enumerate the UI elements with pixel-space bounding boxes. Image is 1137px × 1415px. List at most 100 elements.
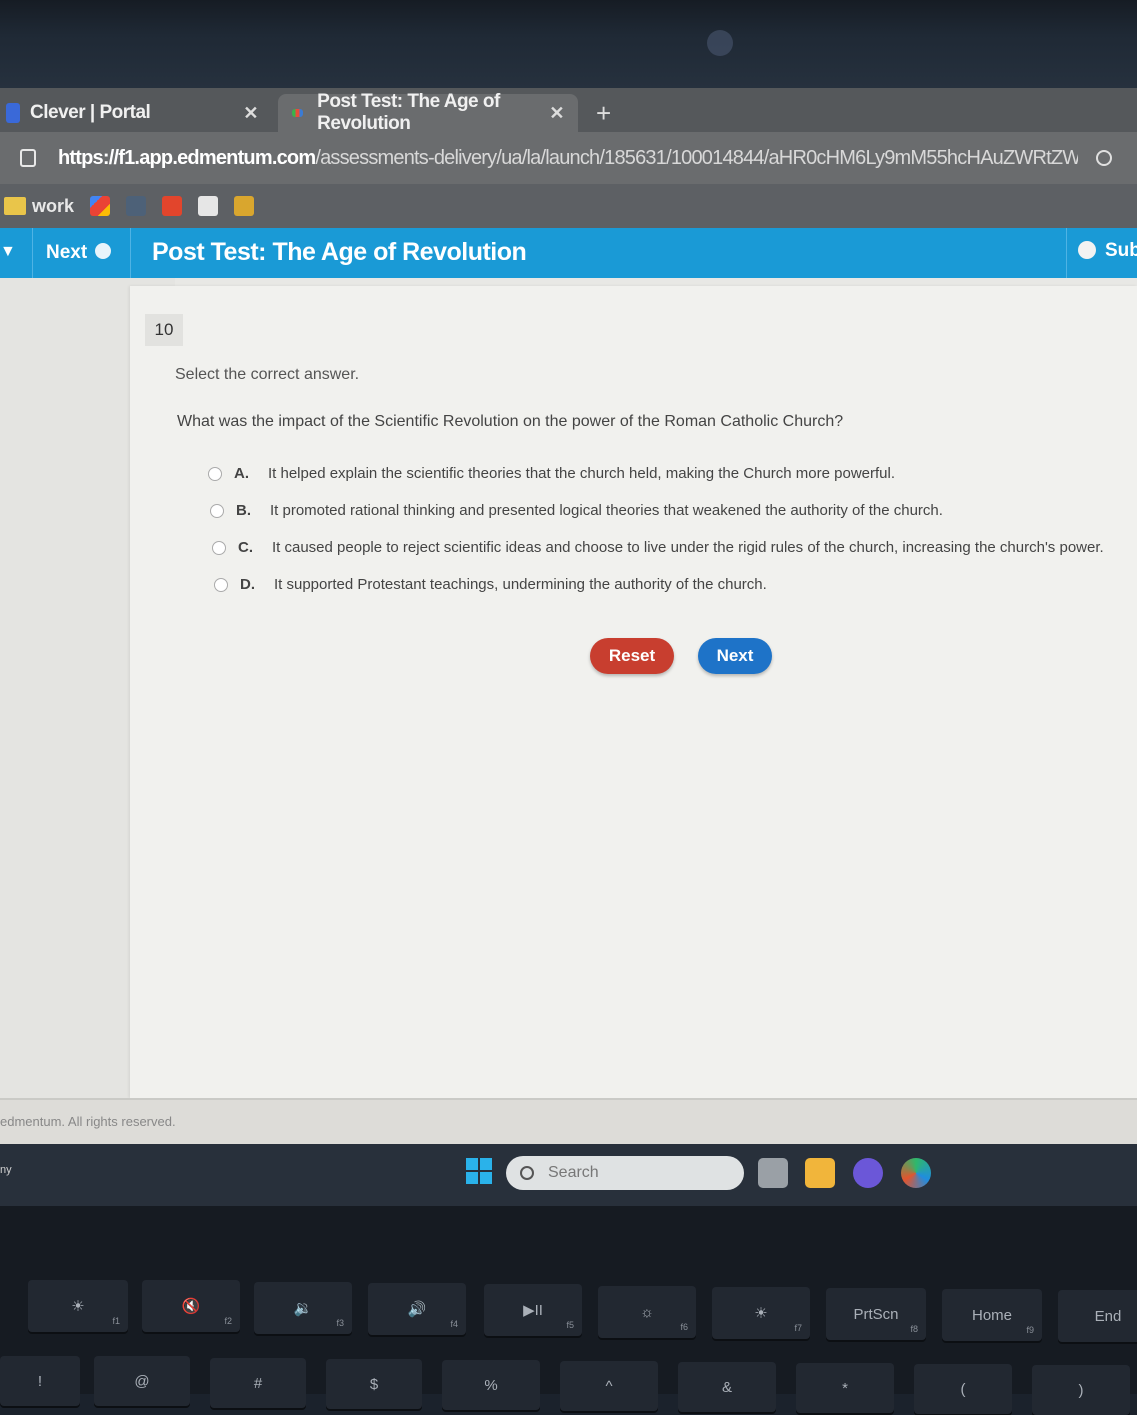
test-header: ▼ Next Post Test: The Age of Revolution … [0, 228, 1137, 278]
edge-browser-icon[interactable] [901, 1158, 931, 1188]
key-fn-label: f5 [566, 1320, 574, 1330]
option-letter: A. [234, 465, 249, 482]
bookmark-2[interactable] [126, 196, 147, 216]
taskbar-search[interactable]: Search [506, 1156, 744, 1190]
answer-option-d[interactable]: D. It supported Protestant teachings, un… [214, 576, 767, 593]
key-f2[interactable]: 🔇 f2 [142, 1280, 240, 1332]
app-icon [162, 196, 183, 216]
option-letter: C. [238, 539, 253, 556]
option-text: It caused people to reject scientific id… [272, 539, 1104, 556]
key-fn-label: f3 [336, 1318, 344, 1328]
key-label: 🔊 [407, 1301, 427, 1318]
keyboard: ☀ f1 🔇 f2 🔉 f3 🔊 f4 ▶II f5 ☼ f6 ☀ f7 PrtScn f8 H… [0, 1206, 1137, 1415]
key-7[interactable]: & [678, 1362, 776, 1412]
key-f9[interactable]: Home f9 [942, 1289, 1042, 1341]
webcam [707, 30, 733, 56]
key-1[interactable]: ! [0, 1356, 80, 1406]
tab-label: Clever | Portal [30, 102, 151, 123]
tab-post-test[interactable]: Post Test: The Age of Revolution ✕ [278, 91, 578, 134]
answer-option-c[interactable]: C. It caused people to reject scientific… [212, 539, 1104, 556]
lock-icon[interactable] [20, 149, 36, 167]
url-field[interactable]: https://f1.app.edmentum.com/assessments-… [58, 147, 1078, 170]
close-tab-icon[interactable]: ✕ [549, 103, 564, 124]
screen: Clever | Portal ✕ Post Test: The Age of … [0, 88, 1137, 1206]
copyright-text: edmentum. All rights reserved. [0, 1114, 176, 1129]
windows-start-icon[interactable] [466, 1158, 492, 1184]
tab-clever-portal[interactable]: Clever | Portal ✕ [0, 94, 272, 132]
answer-option-a[interactable]: A. It helped explain the scientific theo… [208, 465, 895, 482]
url-path: /assessments-delivery/ua/la/launch/18563… [315, 146, 1078, 169]
tab-bar: Clever | Portal ✕ Post Test: The Age of … [0, 88, 1137, 134]
key-fn-label: f4 [450, 1319, 458, 1329]
option-text: It helped explain the scientific theorie… [268, 465, 896, 482]
bookmark-icon [126, 196, 147, 216]
key-5[interactable]: % [442, 1360, 540, 1410]
key-3[interactable]: # [210, 1358, 306, 1408]
key-fn-label: f6 [680, 1322, 688, 1332]
folder-icon [4, 197, 26, 215]
header-next-button[interactable]: Next [46, 242, 87, 264]
submit-button[interactable]: Submit [1105, 240, 1137, 262]
radio-button[interactable] [214, 577, 228, 592]
key-f1[interactable]: ☀ f1 [28, 1280, 128, 1332]
next-arrow-icon[interactable] [95, 243, 111, 259]
key-f6[interactable]: ☼ f6 [598, 1286, 696, 1338]
bookmark-5[interactable] [234, 196, 255, 216]
bookmark-work[interactable]: work [4, 196, 74, 217]
next-button[interactable]: Next [698, 638, 772, 674]
copilot-icon[interactable] [853, 1158, 883, 1188]
key-label: Home [971, 1306, 1012, 1324]
option-letter: B. [236, 502, 251, 519]
key-f8[interactable]: PrtScn f8 [826, 1288, 926, 1340]
radio-button[interactable] [210, 503, 224, 518]
bookmark-4[interactable] [198, 196, 219, 216]
new-tab-button[interactable]: + [596, 98, 611, 129]
reset-button[interactable]: Reset [590, 638, 674, 674]
key-label: ☀ [71, 1298, 85, 1315]
instruction-text: Select the correct answer. [175, 366, 360, 383]
key-f3[interactable]: 🔉 f3 [254, 1282, 352, 1334]
bookmark-3[interactable] [162, 196, 183, 216]
url-host: https://f1.app.edmentum.com [58, 146, 316, 169]
key-label: ☀ [754, 1305, 768, 1322]
task-view-icon[interactable] [758, 1158, 788, 1188]
gmail-icon [90, 196, 111, 216]
chevron-down-icon[interactable]: ▼ [0, 243, 16, 261]
key-label: ☼ [640, 1303, 654, 1321]
key-4[interactable]: $ [326, 1359, 422, 1409]
key-fn-label: f2 [224, 1316, 232, 1326]
search-icon [520, 1166, 534, 1180]
key-9[interactable]: ( [914, 1364, 1012, 1414]
question-card [130, 286, 1137, 1098]
key-label: ▶II [523, 1302, 543, 1319]
bookmark-gmail[interactable] [90, 196, 111, 216]
page-title: Post Test: The Age of Revolution [152, 238, 527, 266]
weather-widget[interactable]: ny [0, 1164, 12, 1176]
key-fn-label: f7 [794, 1323, 802, 1333]
check-icon[interactable] [1078, 241, 1096, 259]
zoom-icon[interactable] [1096, 150, 1112, 166]
key-0[interactable]: ) [1032, 1365, 1130, 1415]
radio-button[interactable] [212, 540, 226, 555]
key-fn-label: f9 [1026, 1325, 1034, 1335]
key-fn-label: f8 [910, 1324, 918, 1334]
key-8[interactable]: * [796, 1363, 894, 1413]
key-label: 🔇 [181, 1298, 201, 1315]
radio-button[interactable] [208, 466, 222, 481]
search-placeholder: Search [548, 1164, 599, 1181]
option-letter: D. [240, 576, 255, 593]
answer-option-b[interactable]: B. It promoted rational thinking and pre… [210, 502, 943, 519]
key-f7[interactable]: ☀ f7 [712, 1287, 810, 1339]
question-prompt: What was the impact of the Scientific Re… [177, 413, 844, 430]
key-label: PrtScn [853, 1305, 899, 1323]
file-explorer-icon[interactable] [805, 1158, 835, 1188]
key-2[interactable]: @ [94, 1356, 190, 1406]
key-f4[interactable]: 🔊 f4 [368, 1283, 466, 1335]
key-fn-label: f1 [112, 1316, 120, 1326]
close-tab-icon[interactable]: ✕ [243, 103, 258, 124]
key-f5[interactable]: ▶II f5 [484, 1284, 582, 1336]
app-icon [234, 196, 255, 216]
key-f10[interactable]: Endf10 [1058, 1290, 1137, 1342]
key-6[interactable]: ^ [560, 1361, 658, 1411]
option-text: It supported Protestant teachings, under… [274, 576, 767, 593]
